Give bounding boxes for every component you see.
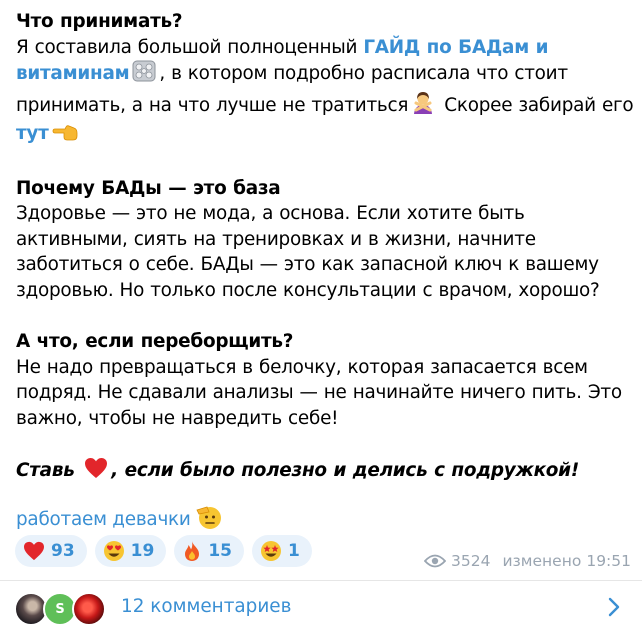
- reaction-star-struck[interactable]: 1: [252, 535, 312, 567]
- reaction-fire-count: 15: [208, 541, 233, 561]
- chevron-right-icon[interactable]: [608, 597, 620, 621]
- reaction-star-struck-count: 1: [288, 541, 300, 561]
- post-signature: работаем девачки: [16, 503, 226, 539]
- post-time: 19:51: [586, 552, 631, 570]
- post-text: Что принимать? Я составила большой полно…: [16, 9, 634, 487]
- woman-gesturing-no-icon: [411, 90, 435, 122]
- reaction-heart[interactable]: 93: [15, 535, 87, 567]
- section-overdo: А что, если переборщить? Не надо превращ…: [16, 329, 634, 431]
- reaction-heart-eyes[interactable]: 19: [94, 535, 167, 567]
- saluting-face-icon: [195, 503, 223, 539]
- cta-after: , если было полезно и делись с подружкой…: [111, 460, 579, 482]
- body-why-supplements: Здоровье — это не мода, а основа. Если х…: [16, 203, 600, 301]
- commenter-avatars: S: [14, 592, 110, 626]
- pills-icon: [132, 60, 156, 90]
- heading-overdo: А что, если переборщить?: [16, 331, 294, 353]
- avatar-letter: S: [55, 601, 65, 617]
- text-intro: Я составила большой полноценный: [16, 36, 364, 58]
- fire-icon: [182, 540, 202, 562]
- backhand-index-pointing-left-icon: [52, 124, 78, 150]
- heading-what-to-take: Что принимать?: [16, 11, 183, 32]
- comments-count-label[interactable]: 12 комментариев: [121, 596, 291, 617]
- heading-why-supplements: Почему БАДы — это база: [16, 177, 281, 199]
- section-what-to-take: Что принимать? Я составила большой полно…: [16, 9, 634, 150]
- eye-icon: [424, 554, 447, 568]
- channel-post: Что принимать? Я составила большой полно…: [0, 0, 642, 580]
- heart-eyes-icon: [103, 540, 125, 562]
- reaction-heart-count: 93: [51, 541, 75, 561]
- section-why-supplements: Почему БАДы — это база Здоровье — это не…: [16, 176, 634, 304]
- red-heart-icon: [23, 541, 45, 561]
- signature-text: работаем девачки: [16, 509, 191, 530]
- comments-button[interactable]: S 12 комментариев: [0, 581, 642, 635]
- avatar: [72, 592, 106, 626]
- text-tail: Скорее забирай его: [438, 94, 634, 116]
- red-heart-icon: [84, 457, 108, 487]
- body-overdo: Не надо превращаться в белочку, которая …: [16, 356, 622, 429]
- reactions-bar: 93 19 15 1: [15, 535, 312, 567]
- views-count: 3524: [451, 552, 491, 570]
- edited-label: изменено: [502, 552, 582, 570]
- here-link[interactable]: тут: [16, 123, 49, 144]
- call-to-action: Ставь , если было полезно и делись с под…: [16, 457, 634, 487]
- star-struck-icon: [260, 540, 282, 562]
- post-meta: 3524 изменено 19:51: [424, 552, 631, 570]
- reaction-heart-eyes-count: 19: [130, 541, 155, 561]
- reaction-fire[interactable]: 15: [174, 535, 245, 567]
- cta-before: Ставь: [16, 460, 82, 482]
